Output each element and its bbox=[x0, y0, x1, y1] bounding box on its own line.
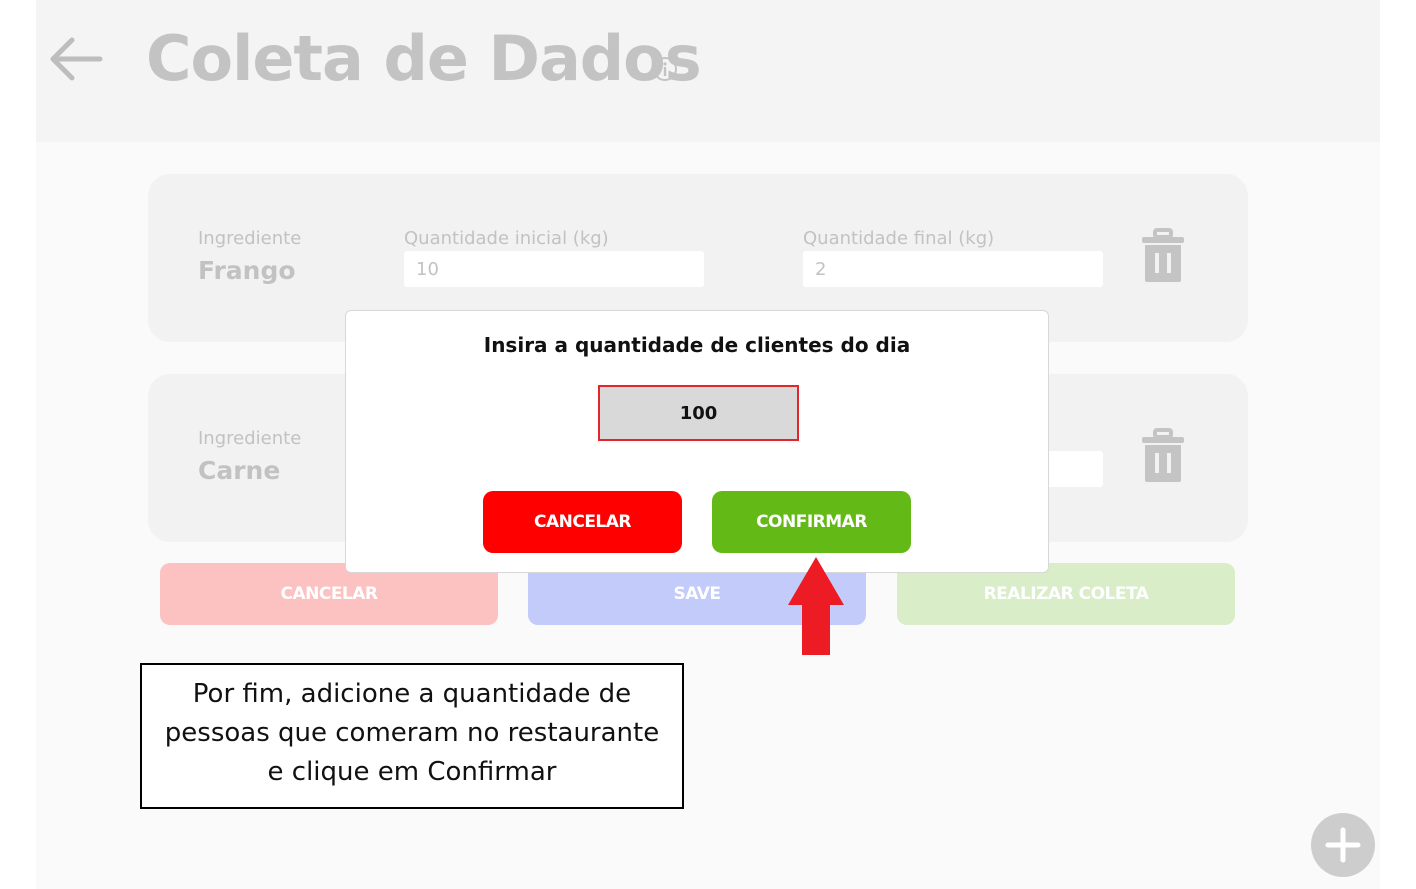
callout-line: e clique em Confirmar bbox=[267, 757, 557, 787]
clients-count-input[interactable] bbox=[598, 385, 799, 441]
add-button[interactable] bbox=[1311, 813, 1375, 877]
dialog-title: Insira a quantidade de clientes do dia bbox=[483, 333, 911, 357]
callout-line: Por fim, adicione a quantidade de bbox=[192, 679, 632, 709]
dialog-cancel-button[interactable]: CANCELAR bbox=[483, 491, 682, 553]
final-quantity-label: Quantidade final (kg) bbox=[803, 228, 995, 249]
initial-quantity-input[interactable] bbox=[404, 251, 704, 287]
ingredient-label: Ingrediente bbox=[198, 428, 302, 449]
page-title: Coleta de Dados bbox=[146, 22, 702, 95]
info-icon[interactable] bbox=[652, 56, 678, 82]
trash-icon[interactable] bbox=[1140, 228, 1186, 284]
trash-icon[interactable] bbox=[1140, 428, 1186, 484]
clients-dialog: Insira a quantidade de clientes do dia C… bbox=[345, 310, 1049, 573]
page-header: Coleta de Dados bbox=[36, 0, 1380, 142]
arrow-up-icon bbox=[788, 557, 844, 655]
initial-quantity-label: Quantidade inicial (kg) bbox=[404, 228, 609, 249]
final-quantity-input[interactable] bbox=[803, 251, 1103, 287]
ingredient-label: Ingrediente bbox=[198, 228, 302, 249]
instruction-callout: Por fim, adicione a quantidade de pessoa… bbox=[140, 663, 684, 809]
dialog-confirm-button[interactable]: CONFIRMAR bbox=[712, 491, 911, 553]
ingredient-name: Carne bbox=[198, 456, 281, 485]
plus-icon bbox=[1325, 827, 1361, 863]
callout-line: pessoas que comeram no restaurante bbox=[164, 718, 660, 748]
ingredient-name: Frango bbox=[198, 256, 296, 285]
arrow-left-icon[interactable] bbox=[48, 36, 104, 82]
